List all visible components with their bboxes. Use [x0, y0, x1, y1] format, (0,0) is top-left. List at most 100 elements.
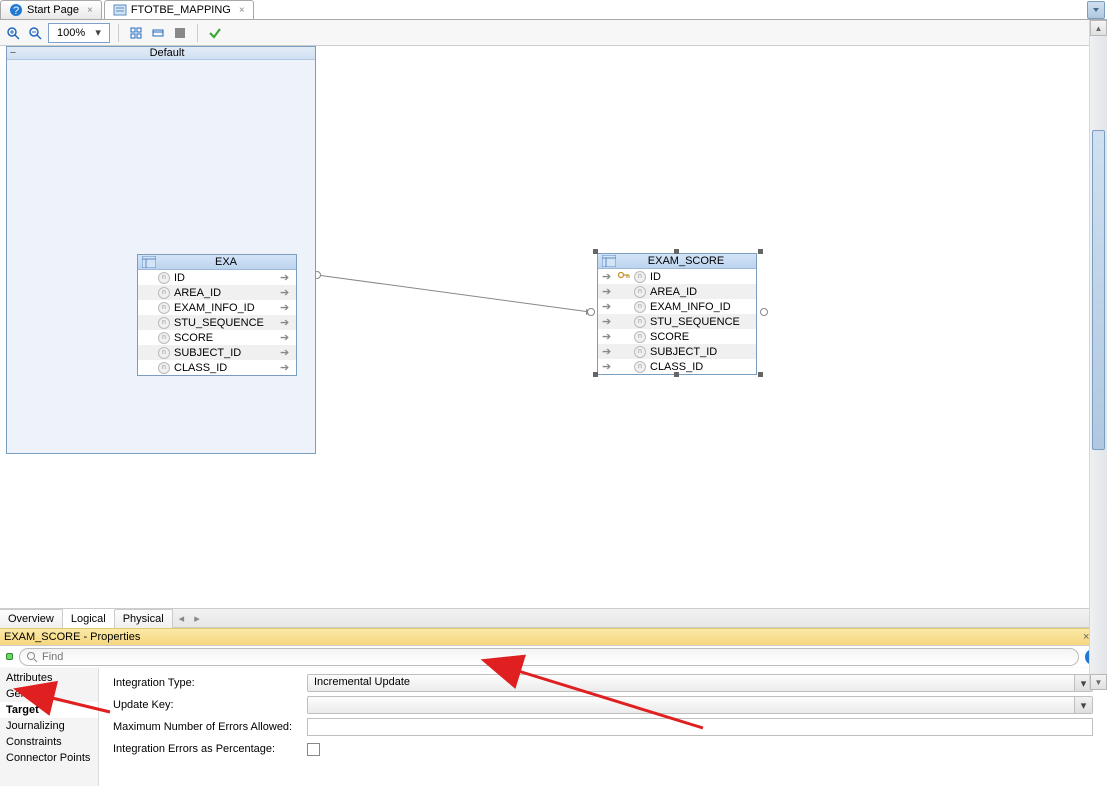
chevron-down-icon[interactable]: ▾	[91, 26, 105, 39]
properties-sidebar: AttributesGeneralTargetJournalizingConst…	[0, 668, 99, 786]
status-indicator	[6, 653, 13, 660]
max-errors-input[interactable]	[307, 718, 1093, 736]
input-arrow-icon: ➔	[602, 345, 614, 358]
subtabs-nav-right[interactable]: ▸	[190, 612, 204, 625]
find-input[interactable]	[42, 651, 1072, 663]
column-icon: n	[634, 271, 646, 283]
sidebar-item-attributes[interactable]: Attributes	[0, 670, 98, 686]
subtab-physical[interactable]: Physical	[115, 609, 173, 628]
close-icon[interactable]: ×	[239, 5, 245, 16]
default-header: − Default	[7, 47, 315, 60]
column-name: EXAM_INFO_ID	[650, 301, 752, 313]
sidebar-item-constraints[interactable]: Constraints	[0, 734, 98, 750]
default-dataset-container[interactable]: − Default	[6, 46, 316, 454]
column-row[interactable]: nID➔	[138, 270, 296, 285]
sidebar-item-target[interactable]: Target	[0, 702, 98, 718]
expand-icon[interactable]	[171, 24, 189, 42]
properties-body: AttributesGeneralTargetJournalizingConst…	[0, 668, 1107, 786]
selection-handle[interactable]	[593, 372, 598, 377]
errors-pct-checkbox[interactable]	[307, 743, 320, 756]
selection-handle[interactable]	[758, 249, 763, 254]
collapse-icon[interactable]	[149, 24, 167, 42]
column-icon: n	[158, 302, 170, 314]
column-row[interactable]: nSTU_SEQUENCE➔	[138, 315, 296, 330]
output-arrow-icon: ➔	[280, 286, 292, 299]
connector-port[interactable]	[587, 308, 595, 316]
svg-text:?: ?	[13, 5, 19, 17]
column-row[interactable]: ➔nID	[598, 269, 756, 284]
column-row[interactable]: nSCORE➔	[138, 330, 296, 345]
close-icon[interactable]: ×	[87, 5, 93, 16]
update-key-combo[interactable]: ▾	[307, 696, 1093, 714]
column-icon: n	[158, 317, 170, 329]
view-subtabs: Overview Logical Physical ◂ ▸	[0, 608, 1107, 628]
sidebar-item-general[interactable]: General	[0, 686, 98, 702]
column-row[interactable]: nEXAM_INFO_ID➔	[138, 300, 296, 315]
column-name: AREA_ID	[650, 286, 752, 298]
output-arrow-icon: ➔	[280, 361, 292, 374]
subtabs-nav-left[interactable]: ◂	[175, 612, 189, 625]
collapse-toggle-icon[interactable]: −	[7, 47, 19, 59]
update-key-label: Update Key:	[113, 699, 301, 711]
output-arrow-icon: ➔	[280, 331, 292, 344]
input-arrow-icon: ➔	[602, 330, 614, 343]
integration-type-combo[interactable]: Incremental Update ▾	[307, 674, 1093, 692]
column-name: STU_SEQUENCE	[174, 317, 276, 329]
zoom-in-icon[interactable]	[4, 24, 22, 42]
tab-label: Start Page	[27, 4, 79, 16]
scroll-thumb[interactable]	[1092, 130, 1105, 450]
input-arrow-icon: ➔	[602, 270, 614, 283]
column-row[interactable]: ➔nSCORE	[598, 329, 756, 344]
key-icon	[618, 270, 630, 283]
column-icon: n	[634, 361, 646, 373]
selection-handle[interactable]	[674, 372, 679, 377]
find-bar: ?	[0, 646, 1107, 668]
column-row[interactable]: ➔nSUBJECT_ID	[598, 344, 756, 359]
column-row[interactable]: nCLASS_ID➔	[138, 360, 296, 375]
column-row[interactable]: ➔nEXAM_INFO_ID	[598, 299, 756, 314]
tab-start-page[interactable]: ? Start Page ×	[0, 0, 102, 19]
selection-handle[interactable]	[758, 372, 763, 377]
column-icon: n	[158, 332, 170, 344]
entity-title: EXA	[160, 256, 292, 268]
selection-handle[interactable]	[674, 249, 679, 254]
output-arrow-icon: ➔	[280, 301, 292, 314]
integration-type-label: Integration Type:	[113, 677, 301, 689]
input-arrow-icon: ➔	[602, 285, 614, 298]
column-name: STU_SEQUENCE	[650, 316, 752, 328]
source-entity-exa[interactable]: EXA nID➔nAREA_ID➔nEXAM_INFO_ID➔nSTU_SEQU…	[137, 254, 297, 376]
chevron-down-icon[interactable]: ▾	[1074, 697, 1092, 713]
column-name: AREA_ID	[174, 287, 276, 299]
column-icon: n	[634, 346, 646, 358]
column-row[interactable]: ➔nSTU_SEQUENCE	[598, 314, 756, 329]
zoom-out-icon[interactable]	[26, 24, 44, 42]
column-row[interactable]: nSUBJECT_ID➔	[138, 345, 296, 360]
entity-title: EXAM_SCORE	[620, 255, 752, 267]
max-errors-label: Maximum Number of Errors Allowed:	[113, 721, 301, 733]
zoom-combo[interactable]: 100% ▾	[48, 23, 110, 43]
tab-list-dropdown[interactable]	[1087, 1, 1105, 19]
subtab-logical[interactable]: Logical	[63, 609, 115, 628]
validate-icon[interactable]	[206, 24, 224, 42]
scroll-up-icon[interactable]: ▲	[1090, 20, 1107, 36]
mapping-canvas[interactable]: − Default EXA nID➔nAREA_ID➔nEXAM_INFO_ID…	[0, 46, 1107, 608]
fit-icon[interactable]	[127, 24, 145, 42]
target-entity-exam-score[interactable]: EXAM_SCORE ➔nID➔nAREA_ID➔nEXAM_INFO_ID➔n…	[597, 253, 757, 375]
entity-header[interactable]: EXA	[138, 255, 296, 270]
column-icon: n	[158, 347, 170, 359]
selection-handle[interactable]	[593, 249, 598, 254]
find-field[interactable]	[19, 648, 1079, 666]
default-title: Default	[19, 47, 315, 59]
tab-ftotbe-mapping[interactable]: FTOTBE_MAPPING ×	[104, 0, 254, 19]
column-row[interactable]: nAREA_ID➔	[138, 285, 296, 300]
toolbar: 100% ▾	[0, 20, 1107, 46]
column-row[interactable]: ➔nAREA_ID	[598, 284, 756, 299]
scroll-down-icon[interactable]: ▼	[1090, 674, 1107, 690]
sidebar-item-journalizing[interactable]: Journalizing	[0, 718, 98, 734]
entity-header[interactable]: EXAM_SCORE	[598, 254, 756, 269]
subtab-overview[interactable]: Overview	[0, 609, 63, 628]
input-arrow-icon: ➔	[602, 300, 614, 313]
vertical-scrollbar[interactable]: ▲ ▼	[1089, 20, 1107, 690]
separator	[197, 24, 198, 42]
connector-port[interactable]	[760, 308, 768, 316]
